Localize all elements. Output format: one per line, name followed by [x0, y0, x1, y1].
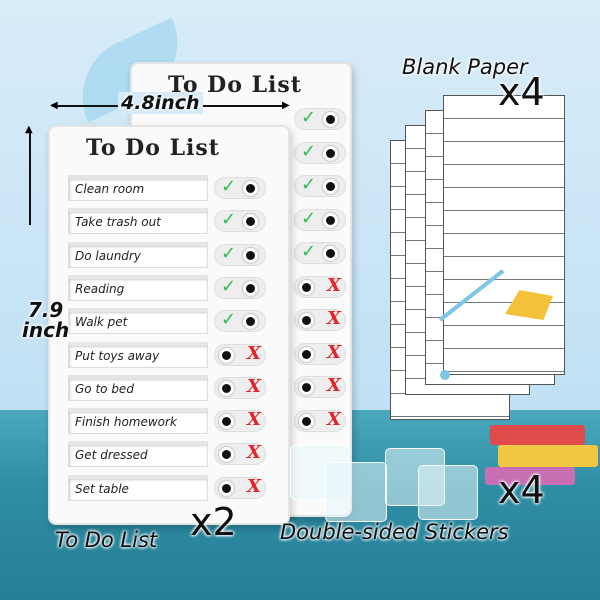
- toggle-switch[interactable]: ✓: [294, 241, 346, 264]
- check-icon: ✓: [301, 241, 317, 262]
- cross-icon: X: [247, 375, 261, 397]
- toggle-switch[interactable]: ✓: [294, 140, 346, 164]
- todo-list-caption: To Do List: [55, 528, 158, 552]
- slider-knob[interactable]: [243, 214, 258, 230]
- task-row: Set table: [68, 474, 208, 501]
- slider-knob[interactable]: [323, 112, 338, 127]
- toggle-switch[interactable]: ✓: [214, 209, 266, 233]
- task-row: Reading: [68, 274, 208, 301]
- toggle-switch[interactable]: X: [214, 475, 266, 499]
- sticker: [418, 465, 478, 520]
- toggle-switch[interactable]: X: [214, 409, 266, 433]
- paper-sheet: [443, 95, 565, 375]
- slider-knob[interactable]: [323, 212, 338, 228]
- slider-knob[interactable]: [299, 279, 314, 295]
- task-label: Go to bed: [75, 381, 134, 396]
- check-icon: ✓: [221, 275, 237, 297]
- slider-knob[interactable]: [299, 380, 314, 395]
- height-unit: inch: [22, 318, 70, 342]
- slider-knob[interactable]: [219, 347, 234, 363]
- slider-knob[interactable]: [299, 313, 314, 328]
- board-title: To Do List: [86, 135, 220, 161]
- todo-list-qty: x2: [190, 500, 237, 544]
- cross-icon: X: [327, 341, 341, 363]
- task-label: Clean room: [75, 182, 145, 196]
- slider-knob[interactable]: [219, 447, 234, 463]
- check-icon: ✓: [221, 176, 237, 197]
- sticker: [325, 462, 387, 522]
- slider-knob[interactable]: [299, 346, 314, 362]
- toggle-switch[interactable]: X: [214, 442, 266, 466]
- task-label: Do laundry: [75, 248, 141, 263]
- book-icon: [490, 425, 585, 445]
- task-row: Finish homework: [68, 408, 208, 435]
- task-row: Walk pet: [68, 308, 208, 335]
- slider-knob[interactable]: [219, 414, 234, 430]
- blank-paper-qty: x4: [498, 70, 545, 114]
- check-icon: ✓: [301, 140, 317, 162]
- toggle-switch[interactable]: X: [294, 375, 346, 398]
- slider-knob[interactable]: [323, 179, 338, 194]
- slider-knob[interactable]: [219, 380, 234, 396]
- check-icon: ✓: [301, 207, 317, 229]
- check-icon: ✓: [301, 174, 317, 195]
- task-row: Take trash out: [68, 208, 208, 235]
- toggle-switch[interactable]: X: [294, 341, 346, 365]
- toggle-switch[interactable]: ✓: [294, 107, 346, 130]
- task-label: Set table: [75, 481, 129, 496]
- book-icon: [498, 445, 598, 467]
- cross-icon: X: [327, 308, 341, 329]
- slider-knob[interactable]: [323, 145, 338, 161]
- height-label: 7.9 inch: [22, 300, 69, 340]
- toggle-switch[interactable]: ✓: [214, 275, 266, 299]
- cross-icon: X: [247, 475, 261, 497]
- toggle-switch[interactable]: X: [214, 375, 266, 399]
- toggle-switch[interactable]: ✓: [214, 309, 266, 333]
- slider-knob[interactable]: [243, 314, 258, 330]
- toggle-switch[interactable]: X: [294, 408, 346, 432]
- check-icon: ✓: [221, 309, 237, 331]
- slider-knob[interactable]: [299, 413, 314, 429]
- stickers-qty: x4: [498, 468, 545, 512]
- lamp-joint: [440, 370, 450, 380]
- check-icon: ✓: [221, 209, 237, 231]
- toggle-switch[interactable]: X: [294, 308, 346, 331]
- toggle-switch[interactable]: ✓: [294, 174, 346, 197]
- toggle-switch[interactable]: X: [214, 342, 266, 366]
- task-label: Walk pet: [75, 315, 128, 330]
- cross-icon: X: [247, 409, 261, 431]
- task-label: Take trash out: [75, 215, 161, 230]
- task-label: Finish homework: [75, 415, 177, 430]
- task-row: Do laundry: [68, 241, 208, 268]
- task-row: Get dressed: [68, 441, 208, 468]
- slider-knob[interactable]: [243, 280, 258, 296]
- check-icon: ✓: [301, 107, 317, 128]
- cross-icon: X: [247, 342, 261, 364]
- toggle-switch[interactable]: X: [294, 274, 346, 298]
- toggle-switch[interactable]: ✓: [214, 242, 266, 266]
- task-row: Go to bed: [68, 374, 208, 401]
- slider-knob[interactable]: [243, 247, 258, 263]
- todo-board-front: To Do List Clean room ✓ Take trash out ✓ Do …: [48, 125, 290, 525]
- check-icon: ✓: [221, 242, 237, 264]
- task-label: Get dressed: [75, 448, 148, 463]
- slider-knob[interactable]: [323, 246, 338, 261]
- toggle-switch[interactable]: ✓: [294, 207, 346, 231]
- toggle-switch[interactable]: ✓: [214, 176, 266, 199]
- stickers-caption: Double-sided Stickers: [280, 520, 509, 544]
- slider-knob[interactable]: [219, 480, 234, 496]
- cross-icon: X: [327, 274, 341, 296]
- cross-icon: X: [327, 375, 341, 396]
- height-arrow: [29, 130, 31, 225]
- task-row: Put toys away: [68, 341, 208, 368]
- cross-icon: X: [327, 408, 341, 430]
- cross-icon: X: [247, 442, 261, 464]
- width-label: 4.8inch: [118, 92, 203, 114]
- slider-knob[interactable]: [243, 181, 258, 196]
- task-row: Clean room: [68, 175, 208, 201]
- task-label: Put toys away: [75, 348, 160, 363]
- task-label: Reading: [75, 281, 125, 296]
